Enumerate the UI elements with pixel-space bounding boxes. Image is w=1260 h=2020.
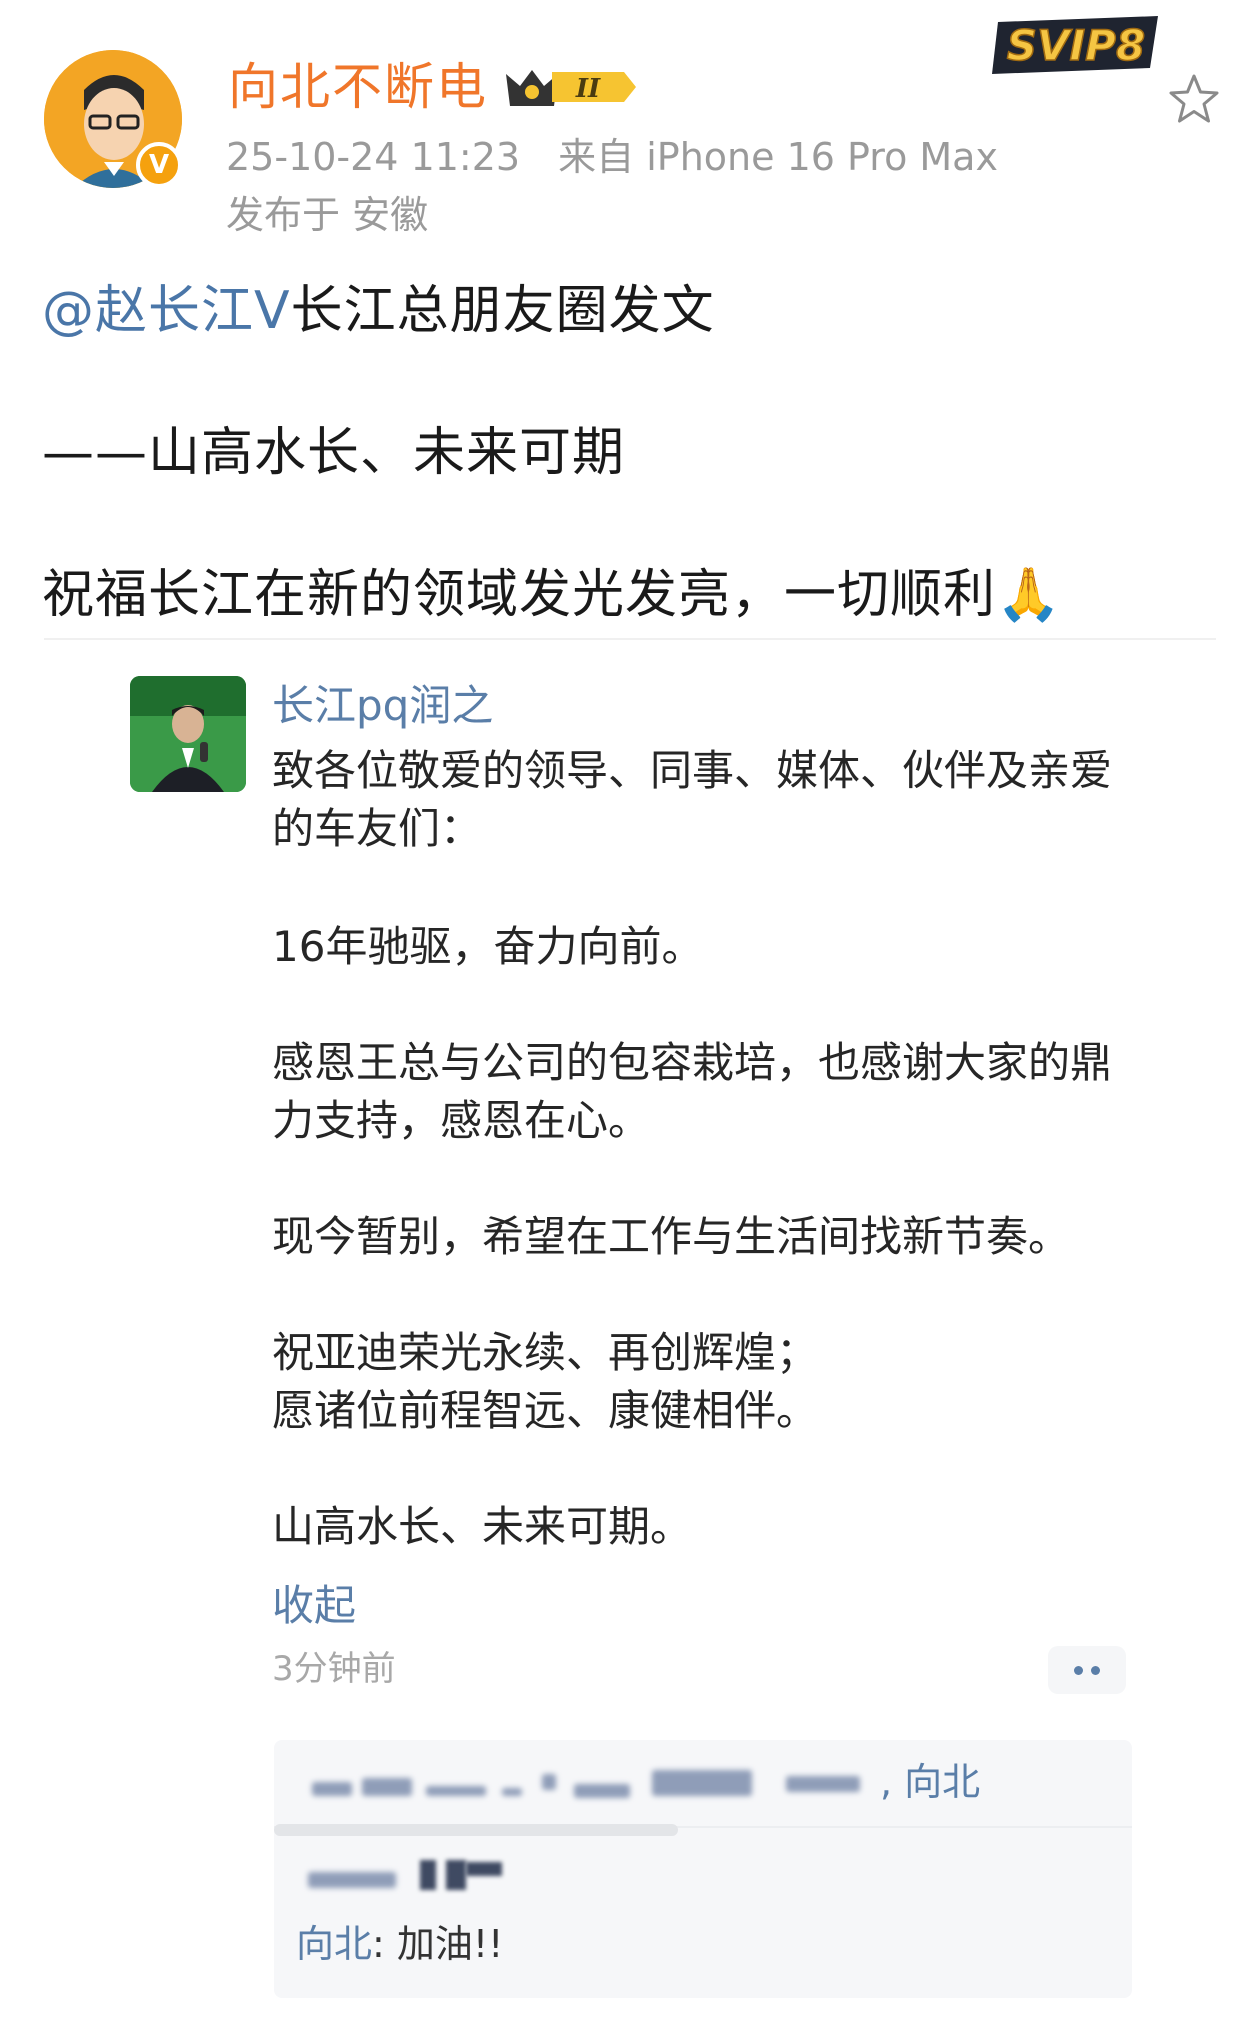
comment-line-blurred	[306, 1856, 566, 1896]
post-line-2: ——山高水长、未来可期	[42, 423, 626, 483]
author-name[interactable]: 向北不断电	[228, 54, 488, 120]
quoted-text-line: 山高水长、未来可期。	[272, 1502, 693, 1551]
quoted-avatar-photo	[130, 676, 246, 792]
quoted-text-line: 的车友们：	[272, 804, 483, 853]
post-timestamp: 25-10-24 11:23	[226, 135, 521, 179]
more-dot	[1091, 1665, 1100, 1675]
quoted-author-avatar[interactable]	[130, 676, 246, 792]
post-line-3: 祝福长江在新的领域发光发亮，一切顺利🙏	[42, 565, 1062, 625]
quoted-text-line: 现今暂别，希望在工作与生活间找新节奏。	[272, 1212, 1071, 1261]
quoted-text-line: 祝亚迪荣光永续、再创辉煌；	[272, 1328, 819, 1377]
post-line-1-text: 长江总朋友圈发文	[290, 281, 715, 341]
quoted-text-line: 16年驰驱，奋力向前。	[272, 922, 704, 971]
svip-badge[interactable]: SVIP8	[990, 12, 1166, 78]
comment-author[interactable]: 向北	[296, 1922, 372, 1966]
mention-link[interactable]: @赵长江V	[42, 281, 291, 341]
quoted-time-ago: 3分钟前	[272, 1649, 396, 1689]
comment-item: 向北: 加油!!	[296, 1918, 503, 1970]
level-badge-text: II	[575, 74, 601, 104]
star-icon[interactable]	[1164, 70, 1224, 130]
comment-text: : 加油!!	[372, 1922, 504, 1966]
quoted-text-line: 感恩王总与公司的包容栽培，也感谢大家的鼎	[272, 1038, 1113, 1087]
post-meta: 25-10-24 11:23 来自 iPhone 16 Pro Max	[226, 132, 1024, 182]
collapse-link[interactable]: 收起	[272, 1578, 356, 1634]
crown-icon[interactable]: II	[500, 62, 640, 112]
post-line-1: @赵长江V长江总朋友圈发文	[42, 276, 715, 346]
likes-last-name[interactable]: , 向北	[880, 1756, 980, 1808]
box-separator-bar	[274, 1824, 678, 1836]
divider	[44, 638, 1216, 640]
quoted-author-name[interactable]: 长江pq润之	[272, 678, 493, 734]
quoted-text-line: 致各位敬爱的领导、同事、媒体、伙伴及亲爱	[272, 746, 1113, 795]
svip-badge-text: SVIP8	[1007, 21, 1145, 70]
post-source: 来自 iPhone 16 Pro Max	[558, 135, 998, 179]
post-location: 发布于 安徽	[226, 193, 429, 237]
more-dot	[1074, 1665, 1083, 1675]
quoted-text-line: 力支持，感恩在心。	[272, 1096, 651, 1145]
verified-badge: V	[136, 142, 182, 188]
more-dots-icon[interactable]	[1048, 1646, 1126, 1694]
quoted-text-line: 愿诸位前程智远、康健相伴。	[272, 1386, 819, 1435]
likes-row-blurred	[306, 1758, 1106, 1814]
